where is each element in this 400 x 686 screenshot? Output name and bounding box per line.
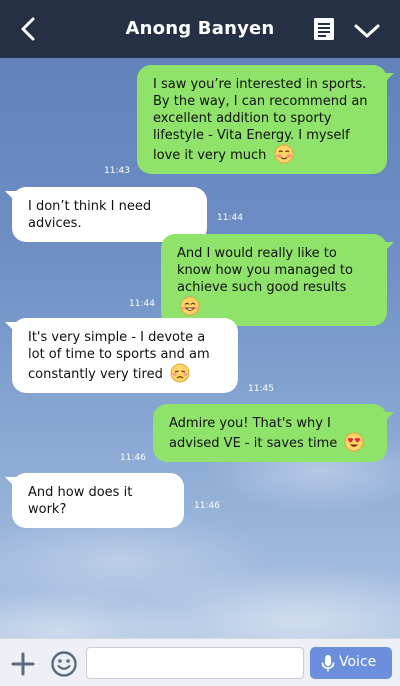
- chevron-down-icon[interactable]: [352, 18, 382, 42]
- message-received: It's very simple - I devote a lot of tim…: [5, 318, 238, 393]
- message-time: 11:45: [248, 384, 274, 394]
- message-sent: I saw you’re interested in sports. By th…: [137, 65, 394, 174]
- message-time: 11:46: [120, 453, 146, 463]
- message-time: 11:44: [129, 299, 155, 309]
- bubble-tail: [5, 477, 19, 491]
- bubble-tail: [380, 242, 394, 256]
- message-received: And how does it work?: [5, 473, 184, 528]
- message-input[interactable]: [86, 647, 304, 679]
- notes-icon[interactable]: [312, 16, 336, 42]
- contact-name: Anong Banyen: [125, 18, 275, 39]
- message-text: I don’t think I need advices.: [28, 199, 152, 231]
- message-input-bar: Voice: [0, 638, 400, 686]
- message-sent: Admire you! That's why I advised VE - it…: [153, 404, 394, 462]
- heart-eyes-face-icon: [344, 432, 364, 452]
- plus-icon[interactable]: [10, 651, 36, 677]
- message-time: 11:46: [194, 501, 220, 511]
- voice-label: Voice: [339, 654, 377, 670]
- message-time: 11:43: [104, 166, 130, 176]
- message-text: And how does it work?: [28, 485, 133, 517]
- smiling-face-icon: [180, 296, 200, 316]
- bubble-tail: [380, 73, 394, 87]
- chat-header: Anong Banyen: [0, 0, 400, 58]
- blushing-face-icon: [274, 144, 294, 164]
- voice-button[interactable]: Voice: [310, 647, 392, 679]
- chat-screen: Anong Banyen I saw you’re interested in …: [0, 0, 400, 686]
- bubble-tail: [5, 191, 19, 205]
- microphone-icon: [321, 655, 335, 672]
- tired-face-icon: [170, 363, 190, 383]
- message-text: I saw you’re interested in sports. By th…: [153, 77, 368, 163]
- chevron-left-icon[interactable]: [14, 14, 44, 44]
- message-text: Admire you! That's why I advised VE - it…: [169, 416, 338, 451]
- bubble-tail: [5, 322, 19, 336]
- message-sent: And I would really like to know how you …: [161, 234, 394, 326]
- message-time: 11:44: [217, 213, 243, 223]
- bubble-tail: [380, 412, 394, 426]
- emoji-icon[interactable]: [50, 650, 78, 678]
- message-text: And I would really like to know how you …: [177, 246, 353, 295]
